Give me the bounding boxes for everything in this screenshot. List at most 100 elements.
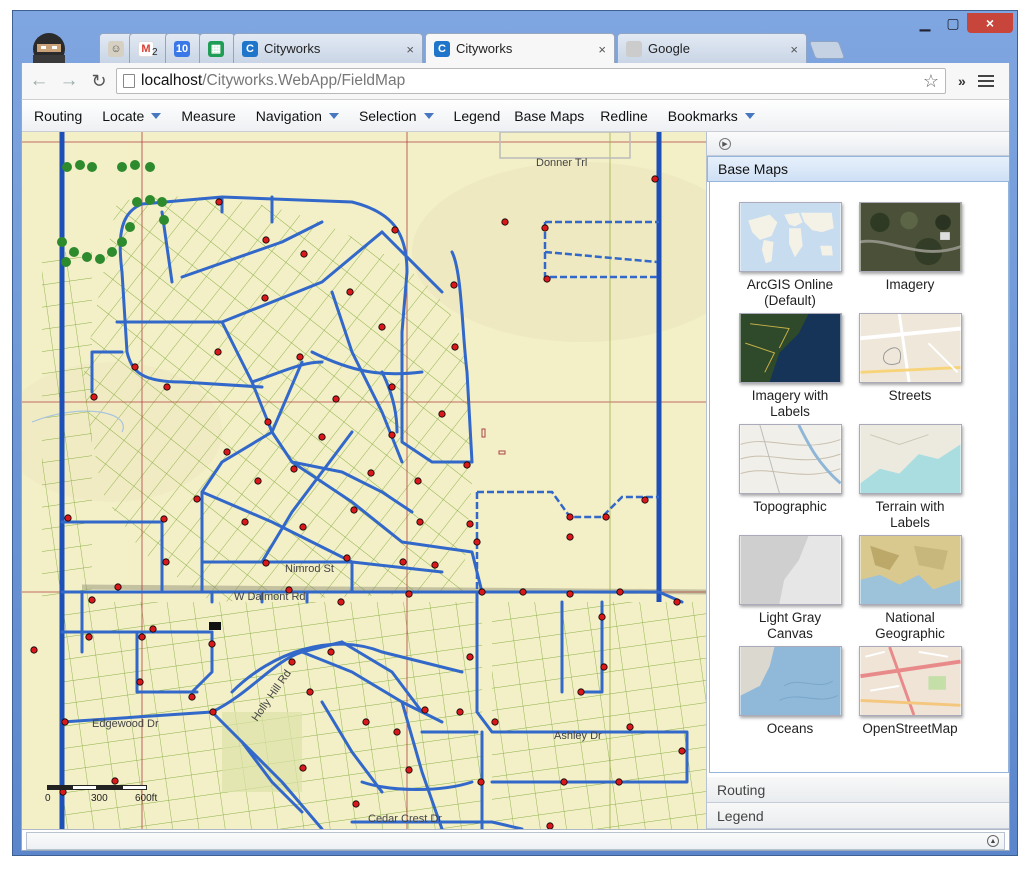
menu-redline[interactable]: Redline <box>592 100 655 132</box>
back-icon[interactable]: ← <box>26 68 52 94</box>
terrain-thumbnail <box>858 424 962 494</box>
tab-close-icon[interactable]: × <box>598 42 606 57</box>
scale-segment <box>122 785 147 790</box>
accordion-routing[interactable]: Routing <box>707 777 1009 803</box>
oceans-thumbnail <box>738 646 842 716</box>
gray-canvas-thumbnail <box>738 535 842 605</box>
status-bar: ▲ <box>22 829 1009 850</box>
expand-status-icon[interactable]: ▲ <box>987 835 999 847</box>
menu-locate[interactable]: Locate <box>90 100 169 132</box>
tab-title: Google <box>648 41 690 56</box>
accordion-base-maps[interactable]: Base Maps <box>707 156 1009 182</box>
menu-label: Base Maps <box>514 107 585 124</box>
tab-ghost-extension[interactable]: ☺ <box>99 33 133 63</box>
dropdown-arrow-icon <box>328 112 339 119</box>
basemap-openstreetmap[interactable]: OpenStreetMap <box>850 646 970 757</box>
app-menu-bar: Routing Locate Measure Navigation Select… <box>22 100 1009 132</box>
menu-base-maps[interactable]: Base Maps <box>508 100 592 132</box>
park-area <box>222 712 302 792</box>
base-maps-gallery: ArcGIS Online (Default) Imagery Imagery … <box>709 182 1009 773</box>
cityworks-icon: C <box>242 40 258 57</box>
panel-header: ▶ <box>707 132 1009 156</box>
basemap-imagery-with-labels[interactable]: Imagery with Labels <box>730 313 850 424</box>
page-icon <box>123 74 135 88</box>
collapse-panel-icon[interactable]: ▶ <box>719 138 731 150</box>
menu-routing[interactable]: Routing <box>22 100 90 132</box>
tab-cityworks-active[interactable]: C Cityworks × <box>425 33 615 63</box>
scale-label: 300 <box>91 793 108 804</box>
basemap-arcgis-online[interactable]: ArcGIS Online (Default) <box>730 202 850 313</box>
tab-google[interactable]: Google × <box>617 33 807 63</box>
accordion-legend[interactable]: Legend <box>707 803 1009 829</box>
tab-close-icon[interactable]: × <box>406 42 414 57</box>
cityworks-icon: C <box>434 40 450 57</box>
world-map-thumbnail <box>738 202 842 272</box>
scale-segment <box>97 785 122 790</box>
osm-thumbnail <box>858 646 962 716</box>
streets-thumbnail <box>858 313 962 383</box>
scale-label: 600ft <box>135 793 158 804</box>
url-host: localhost <box>141 72 203 89</box>
tab-sheets[interactable]: ▦ <box>199 33 235 63</box>
forward-icon[interactable]: → <box>56 68 82 94</box>
parcels-southeast <box>492 602 706 829</box>
maximize-icon[interactable]: ▢ <box>939 13 967 33</box>
tab-calendar[interactable]: 10 <box>165 33 201 63</box>
natgeo-thumbnail <box>858 535 962 605</box>
street-label: W Dalmont Rd <box>234 591 306 603</box>
menu-label: Measure <box>181 107 236 124</box>
basemap-label: Imagery <box>885 277 935 292</box>
street-label: Nimrod St <box>285 563 334 575</box>
basemap-label: National Geographic <box>875 610 945 641</box>
google-icon <box>626 40 642 57</box>
minimize-icon[interactable]: ▁ <box>911 13 939 33</box>
page-viewport: Routing Locate Measure Navigation Select… <box>21 99 1010 851</box>
basemap-label: Light Gray Canvas <box>758 610 822 641</box>
menu-label: Legend <box>453 107 501 124</box>
scale-label: 0 <box>45 793 51 804</box>
basemap-streets[interactable]: Streets <box>850 313 970 424</box>
url-path: /Cityworks.WebApp/FieldMap <box>202 72 406 89</box>
menu-navigation[interactable]: Navigation <box>244 100 347 132</box>
scale-bar: 0 300 600ft <box>45 785 157 825</box>
scale-segment <box>72 785 97 790</box>
tab-close-icon[interactable]: × <box>790 42 798 57</box>
browser-menu-icon[interactable] <box>977 75 994 87</box>
browser-toolbar: ← → ↻ localhost/Cityworks.WebApp/FieldMa… <box>21 63 1010 99</box>
bookmark-star-icon[interactable]: ☆ <box>923 71 939 92</box>
menu-bookmarks[interactable]: Bookmarks <box>656 100 763 132</box>
reload-icon[interactable]: ↻ <box>86 68 112 94</box>
basemap-label: Topographic <box>753 499 827 514</box>
menu-label: Bookmarks <box>667 107 738 124</box>
menu-legend[interactable]: Legend <box>442 100 509 132</box>
browser-profile-avatar-icon[interactable] <box>31 31 67 67</box>
browser-window: ☺ M 2 10 ▦ C Cityworks × C Cityworks × G… <box>12 10 1018 856</box>
basemap-national-geographic[interactable]: National Geographic <box>850 535 970 646</box>
basemap-oceans[interactable]: Oceans <box>730 646 850 757</box>
extensions-chevron-icon[interactable]: » <box>958 73 966 89</box>
close-window-icon[interactable]: × <box>967 13 1013 33</box>
parcels-west <box>42 252 92 602</box>
map-feature-marker[interactable] <box>209 622 221 630</box>
basemap-label: Streets <box>888 388 932 403</box>
side-panel: ▶ Base Maps ArcGIS Online (Default) Imag… <box>706 132 1009 829</box>
basemap-label: Oceans <box>766 721 814 736</box>
tab-gmail[interactable]: M 2 <box>129 33 169 63</box>
basemap-topographic[interactable]: Topographic <box>730 424 850 535</box>
tab-title: Cityworks <box>456 41 513 56</box>
menu-label: Selection <box>358 107 417 124</box>
basemap-terrain-with-labels[interactable]: Terrain with Labels <box>850 424 970 535</box>
street-label: Ashley Dr <box>554 730 602 742</box>
menu-label: Routing <box>34 107 83 124</box>
tab-cityworks-1[interactable]: C Cityworks × <box>233 33 423 63</box>
basemap-imagery[interactable]: Imagery <box>850 202 970 313</box>
map-svg[interactable]: Donner Trl Nimrod St W Dalmont Rd Ashley… <box>22 132 706 829</box>
new-tab-button[interactable] <box>808 41 846 59</box>
basemap-light-gray-canvas[interactable]: Light Gray Canvas <box>730 535 850 646</box>
address-bar[interactable]: localhost/Cityworks.WebApp/FieldMap ☆ <box>116 68 946 94</box>
menu-selection[interactable]: Selection <box>347 100 442 132</box>
scale-segment <box>47 785 72 790</box>
menu-measure[interactable]: Measure <box>169 100 243 132</box>
topographic-thumbnail <box>738 424 842 494</box>
map-canvas[interactable]: Donner Trl Nimrod St W Dalmont Rd Ashley… <box>22 132 706 829</box>
